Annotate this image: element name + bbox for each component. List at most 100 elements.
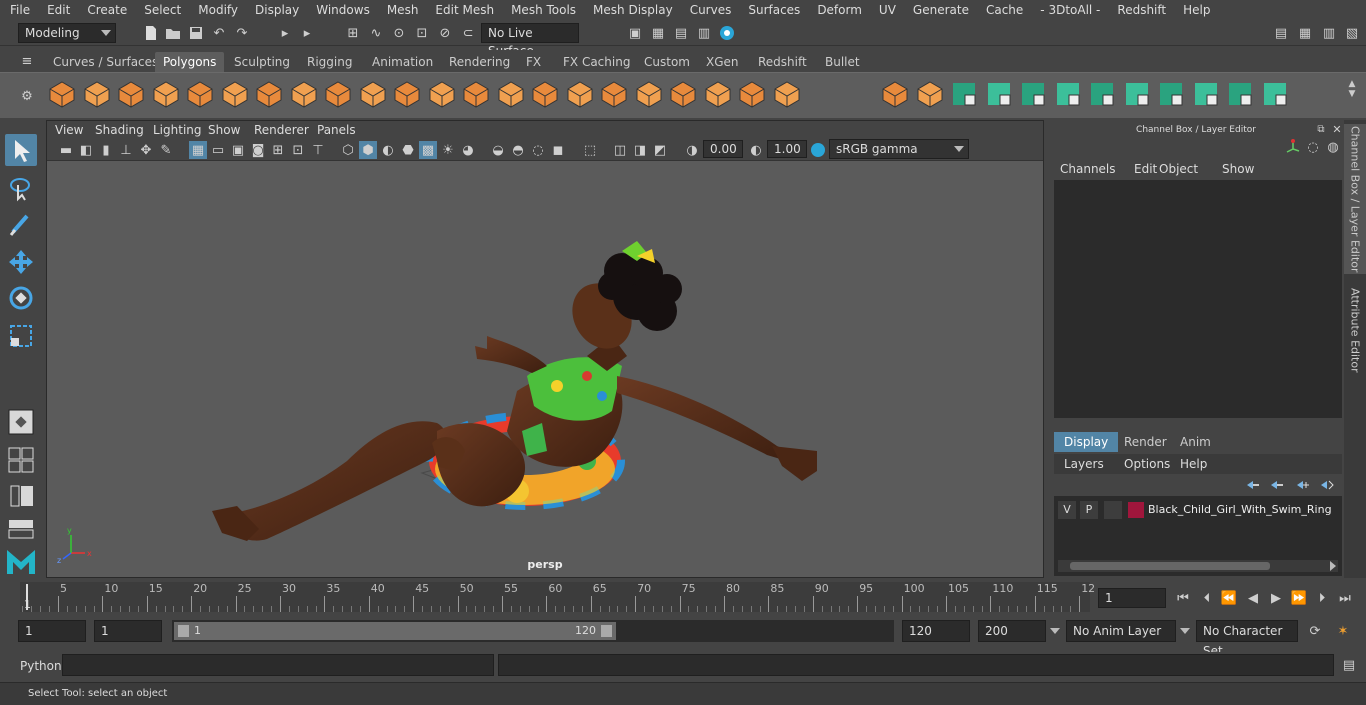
wireframe-icon[interactable]: ⬡	[339, 141, 357, 159]
shelf-options-icon[interactable]: ⚙	[18, 87, 36, 105]
camera-select-icon[interactable]: ▬	[57, 141, 75, 159]
redo-icon[interactable]: ↷	[233, 24, 251, 42]
shelf-layout-uv-icon[interactable]	[1225, 79, 1255, 109]
viewport-menu-view[interactable]: View	[55, 121, 83, 139]
ambient-occlusion-icon[interactable]: ◒	[489, 141, 507, 159]
play-backwards-icon[interactable]: ◀	[1244, 589, 1262, 607]
field-chart-icon[interactable]: ⊞	[269, 141, 287, 159]
isolate-select-icon[interactable]: ⬚	[581, 141, 599, 159]
shelf-insert-edge-loop-icon[interactable]	[703, 79, 733, 109]
safe-action-icon[interactable]: ⊡	[289, 141, 307, 159]
shelf-sphere-icon[interactable]	[47, 79, 77, 109]
shelf-cube-icon[interactable]	[82, 79, 112, 109]
manipulator-icon[interactable]: ◍	[1324, 138, 1342, 156]
move-layer-up-icon[interactable]	[1244, 476, 1262, 494]
shelf-cone-icon[interactable]	[151, 79, 181, 109]
shelf-append-icon[interactable]	[634, 79, 664, 109]
channel-box-menu-object[interactable]: Object	[1159, 160, 1198, 178]
side-tab-channel-box[interactable]: Channel Box / Layer Editor	[1344, 124, 1366, 274]
shelf-tab-polygons[interactable]: Polygons	[155, 52, 225, 72]
shelf-plane-icon[interactable]	[185, 79, 215, 109]
menu-3dtoall[interactable]: - 3DtoAll -	[1030, 0, 1107, 20]
shelf-spherical-uv-icon[interactable]	[1087, 79, 1117, 109]
smooth-shade-icon[interactable]: ⬢	[359, 141, 377, 159]
snap-surface-icon[interactable]: ⊘	[436, 24, 454, 42]
viewport-menu-shading[interactable]: Shading	[95, 121, 144, 139]
lasso-tool-icon[interactable]	[5, 172, 37, 204]
character-set-dropdown-arrow[interactable]	[1180, 628, 1190, 634]
shelf-cylindrical-uv-icon[interactable]	[1053, 79, 1083, 109]
render-frame-icon[interactable]: ▦	[649, 24, 667, 42]
xray-components-icon[interactable]: ◩	[651, 141, 669, 159]
2d-pan-zoom-icon[interactable]: ✥	[137, 141, 155, 159]
channel-box-menu-channels[interactable]: Channels	[1060, 160, 1116, 178]
workspace-icon[interactable]: ▤	[1272, 24, 1290, 42]
menu-edit[interactable]: Edit	[37, 0, 77, 20]
viewport-menu-panels[interactable]: Panels	[317, 121, 356, 139]
layer-tab-display[interactable]: Display	[1054, 432, 1119, 452]
wireframe-on-shaded-icon[interactable]: ⬣	[399, 141, 417, 159]
range-slider-track[interactable]: 1 120	[172, 620, 894, 642]
select-object-icon[interactable]: ▸	[298, 24, 316, 42]
ipr-render-icon[interactable]: ▤	[672, 24, 690, 42]
rotate-tool-icon[interactable]	[5, 282, 37, 314]
animation-start-field[interactable]: 1	[18, 620, 86, 642]
shelf-extrude-icon[interactable]	[565, 79, 595, 109]
paint-select-tool-icon[interactable]	[5, 208, 37, 240]
exposure-field[interactable]: 0.00	[703, 140, 743, 158]
viewport-menu-show[interactable]: Show	[208, 121, 240, 139]
menu-windows[interactable]: Windows	[306, 0, 377, 20]
view-transform-selector[interactable]: sRGB gamma	[829, 139, 969, 159]
scale-tool-icon[interactable]	[5, 320, 37, 352]
snap-view-icon[interactable]: ⊡	[413, 24, 431, 42]
step-forward-key-icon[interactable]: ⏩	[1290, 589, 1308, 607]
layer-playback-toggle[interactable]: P	[1080, 501, 1098, 519]
shelf-scroll-arrows[interactable]: ▲ ▼	[1346, 79, 1358, 113]
menu-uv[interactable]: UV	[869, 0, 903, 20]
play-forwards-icon[interactable]: ▶	[1267, 589, 1285, 607]
bookmark-icon[interactable]: ▮	[97, 141, 115, 159]
camera-attributes-icon[interactable]: ◧	[77, 141, 95, 159]
shelf-tab-xgen[interactable]: XGen	[698, 52, 747, 72]
new-scene-icon[interactable]	[142, 24, 160, 42]
channel-box-menu-edit[interactable]: Edit	[1134, 160, 1157, 178]
shelf-automatic-uv-icon[interactable]	[1122, 79, 1152, 109]
shelf-tab-rigging[interactable]: Rigging	[299, 52, 360, 72]
gate-mask-icon[interactable]: ◙	[249, 141, 267, 159]
shelf-tab-redshift[interactable]: Redshift	[750, 52, 815, 72]
scroll-right-arrow[interactable]	[1330, 561, 1336, 571]
layer-list-scrollbar[interactable]	[1058, 560, 1338, 572]
layer-menu-layers[interactable]: Layers	[1064, 454, 1104, 474]
attribute-editor-icon[interactable]: ▦	[1296, 24, 1314, 42]
shelf-multi-cut-icon[interactable]	[668, 79, 698, 109]
select-tool-icon[interactable]	[5, 134, 37, 166]
depth-of-field-icon[interactable]: ◼	[549, 141, 567, 159]
shelf-tab-fx-caching[interactable]: FX Caching	[555, 52, 638, 72]
range-slider-bar[interactable]: 1 120	[174, 622, 616, 640]
shelf-tab-fx[interactable]: FX	[518, 52, 549, 72]
auto-key-icon[interactable]: ⟳	[1306, 622, 1324, 640]
anti-aliasing-icon[interactable]: ◌	[529, 141, 547, 159]
persp-outliner-layout-icon[interactable]	[5, 480, 37, 512]
menu-curves[interactable]: Curves	[680, 0, 739, 20]
image-plane-icon[interactable]: ⊥	[117, 141, 135, 159]
layer-tab-render[interactable]: Render	[1114, 432, 1177, 452]
shelf-smooth-icon[interactable]	[427, 79, 457, 109]
character-set-selector[interactable]: No Character Set	[1196, 620, 1298, 658]
shadows-icon[interactable]: ◕	[459, 141, 477, 159]
shelf-combine-icon[interactable]	[323, 79, 353, 109]
shelf-tab-custom[interactable]: Custom	[636, 52, 698, 72]
shelf-torus-icon[interactable]	[220, 79, 250, 109]
xray-joints-icon[interactable]: ◨	[631, 141, 649, 159]
new-layer-icon[interactable]	[1294, 476, 1312, 494]
channel-box-icon[interactable]: ▧	[1343, 24, 1361, 42]
live-surface-field[interactable]: No Live Surface	[481, 23, 579, 58]
default-material-icon[interactable]: ◐	[379, 141, 397, 159]
gamma-icon[interactable]: ◐	[747, 141, 765, 159]
open-scene-icon[interactable]	[164, 24, 182, 42]
animation-end-field[interactable]: 200	[978, 620, 1046, 642]
use-all-lights-icon[interactable]: ☀	[439, 141, 457, 159]
menu-mesh[interactable]: Mesh	[377, 0, 426, 20]
shelf-pipe-icon[interactable]	[289, 79, 319, 109]
textured-icon[interactable]: ▩	[419, 141, 437, 159]
